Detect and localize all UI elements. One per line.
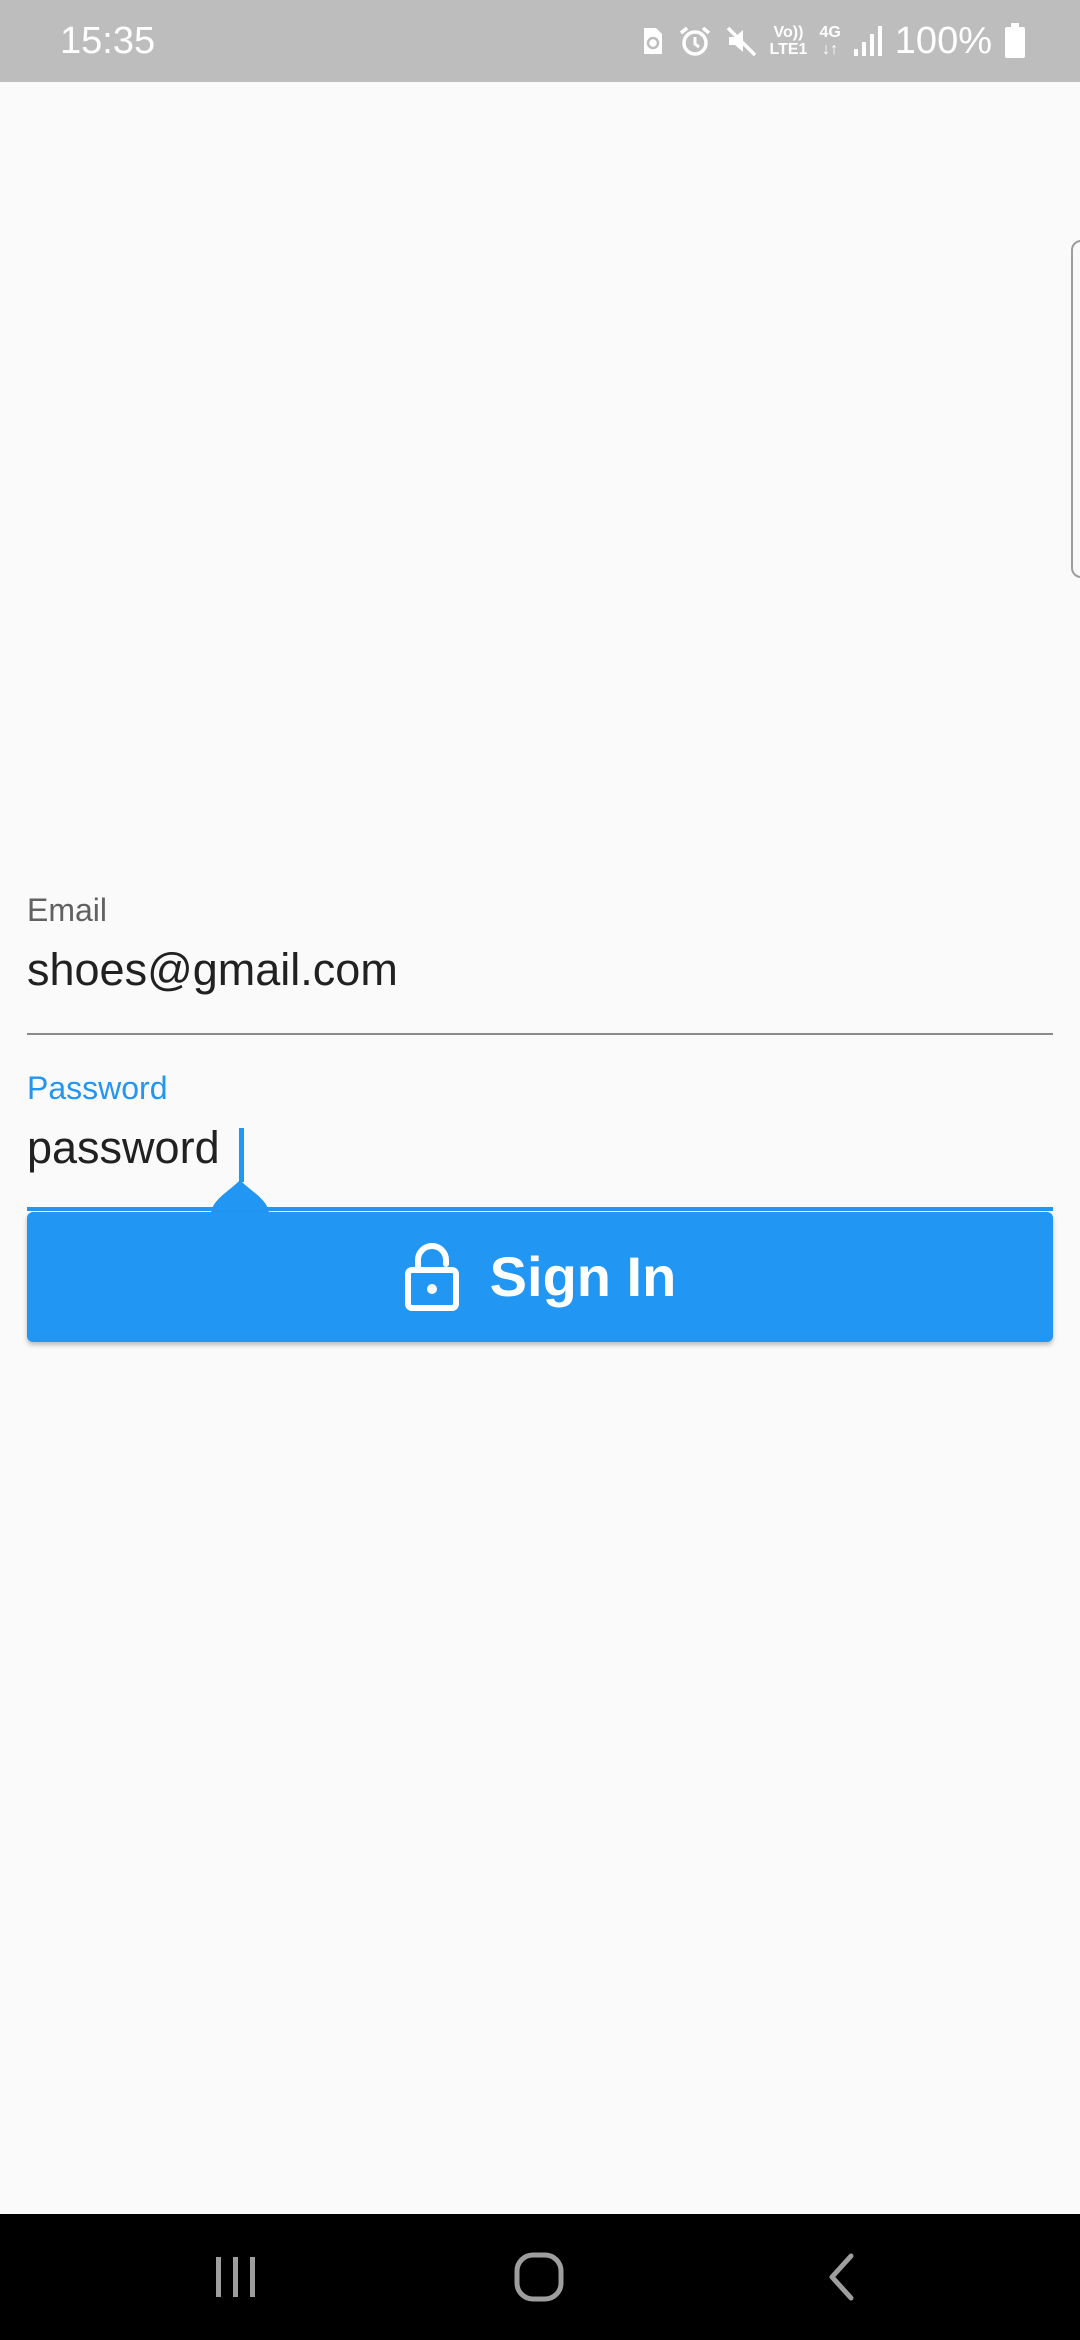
status-time: 15:35 bbox=[60, 20, 156, 62]
home-button[interactable] bbox=[449, 2214, 629, 2340]
mute-icon bbox=[724, 24, 758, 58]
password-field[interactable]: Password password bbox=[27, 1068, 1053, 1214]
lock-open-icon bbox=[404, 1242, 460, 1312]
network-label-bottom: LTE1 bbox=[769, 41, 808, 58]
4g-data-icon: 4G ↓↑ bbox=[819, 24, 840, 58]
email-input[interactable]: shoes@gmail.com bbox=[27, 942, 398, 998]
back-icon bbox=[826, 2253, 856, 2301]
password-underline bbox=[27, 1207, 1053, 1211]
home-icon bbox=[514, 2252, 564, 2302]
back-button[interactable] bbox=[751, 2214, 931, 2340]
volte-icon: Vo)) LTE1 bbox=[770, 24, 808, 58]
navigation-bar bbox=[0, 2214, 1080, 2340]
battery-percent: 100% bbox=[894, 20, 992, 62]
recycle-notification-icon bbox=[640, 24, 666, 58]
network-label-top: Vo)) bbox=[773, 24, 804, 41]
email-label: Email bbox=[27, 892, 108, 928]
password-label: Password bbox=[27, 1070, 168, 1106]
email-field[interactable]: Email shoes@gmail.com bbox=[27, 890, 1053, 1035]
password-input[interactable]: password bbox=[27, 1120, 220, 1176]
signal-icon bbox=[853, 25, 883, 57]
status-bar: 15:35 Vo)) LTE1 4G ↓↑ 100% bbox=[0, 0, 1080, 82]
battery-icon bbox=[1004, 23, 1026, 59]
text-cursor bbox=[239, 1128, 244, 1182]
data-arrows: ↓↑ bbox=[822, 41, 839, 58]
alarm-icon bbox=[678, 24, 712, 58]
recents-icon bbox=[213, 2255, 259, 2299]
email-underline bbox=[27, 1033, 1053, 1035]
sign-in-button[interactable]: Sign In bbox=[27, 1212, 1053, 1342]
status-icons: Vo)) LTE1 4G ↓↑ 100% bbox=[640, 0, 1026, 82]
sign-in-label: Sign In bbox=[489, 1245, 677, 1308]
data-type-label: 4G bbox=[819, 24, 841, 41]
recents-button[interactable] bbox=[146, 2214, 326, 2340]
edge-panel-handle[interactable] bbox=[1071, 240, 1080, 578]
